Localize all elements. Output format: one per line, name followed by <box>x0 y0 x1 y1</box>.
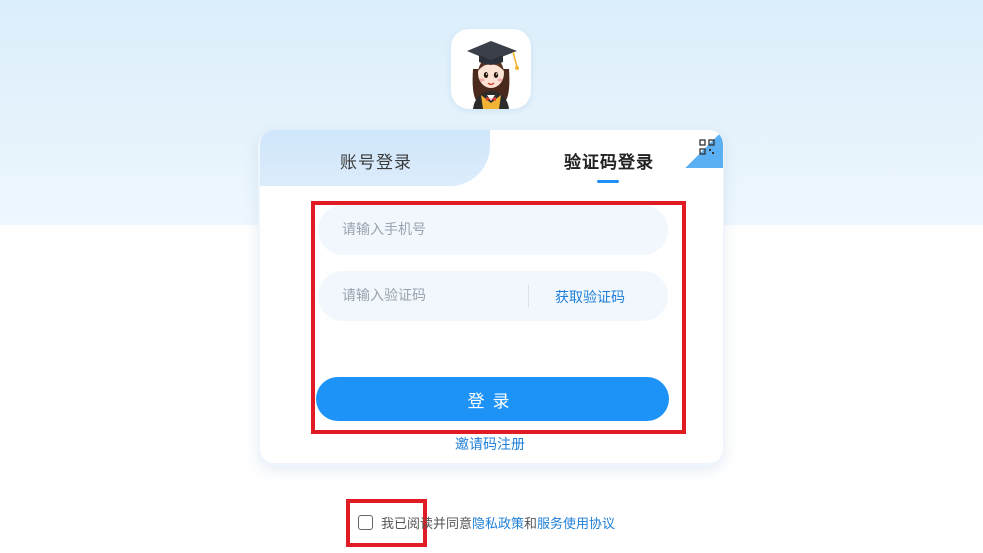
agreement-prefix: 我已阅读并同意 <box>381 517 473 532</box>
app-logo-icon <box>451 29 531 109</box>
qr-login-toggle[interactable] <box>685 130 723 168</box>
tab-account-login[interactable]: 账号登录 <box>340 148 412 173</box>
active-tab-indicator <box>597 180 619 183</box>
terms-of-service-link[interactable]: 服务使用协议 <box>537 513 615 532</box>
privacy-policy-link[interactable]: 隐私政策 <box>472 513 524 532</box>
invite-register-link[interactable]: 邀请码注册 <box>455 434 525 454</box>
agreement-conjunction: 和 <box>524 517 538 532</box>
highlight-box-form <box>311 201 686 434</box>
qr-code-icon <box>699 139 715 155</box>
tab-sms-login[interactable]: 验证码登录 <box>564 148 654 173</box>
agreement-checkbox[interactable] <box>358 515 373 530</box>
agreement-row: 我已阅读并同意 隐私政策 和 服务使用协议 <box>358 513 615 532</box>
